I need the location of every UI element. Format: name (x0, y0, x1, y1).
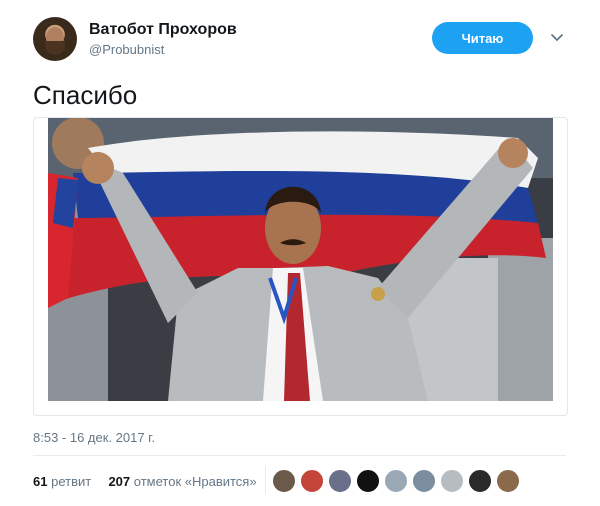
likes-label: отметок «Нравится» (133, 474, 257, 489)
chevron-down-icon[interactable] (550, 31, 564, 45)
author-name[interactable]: Ватобот Прохоров (89, 21, 237, 39)
liker-avatar[interactable] (468, 469, 492, 493)
tweet-header: Ватобот Прохоров @Probubnist Читаю (33, 17, 573, 67)
stats-separator (265, 466, 266, 494)
liker-avatar[interactable] (412, 469, 436, 493)
retweets-label: ретвит (51, 474, 92, 489)
liker-avatar[interactable] (272, 469, 296, 493)
liker-avatar[interactable] (496, 469, 520, 493)
follow-button[interactable]: Читаю (432, 22, 533, 54)
divider (33, 455, 566, 456)
retweets-count: 61 (33, 474, 48, 489)
liker-avatar[interactable] (328, 469, 352, 493)
liker-avatar[interactable] (440, 469, 464, 493)
likes-stat[interactable]: 207 отметок «Нравится» (108, 474, 256, 489)
tweet-media[interactable] (33, 117, 568, 416)
retweets-stat[interactable]: 61 ретвит (33, 474, 95, 489)
photo-flag-bearer[interactable] (48, 118, 553, 401)
liker-avatar[interactable] (300, 469, 324, 493)
avatar[interactable] (33, 17, 77, 61)
tweet-text: Спасибо (33, 80, 138, 110)
tweet-stats: 61 ретвит 207 отметок «Нравится» (33, 474, 257, 489)
tweet-timestamp[interactable]: 8:53 - 16 дек. 2017 г. (33, 430, 155, 445)
likes-count: 207 (108, 474, 131, 489)
liker-avatar[interactable] (384, 469, 408, 493)
avatar-beard (45, 41, 65, 55)
liker-avatar[interactable] (356, 469, 380, 493)
author-handle[interactable]: @Probubnist (89, 42, 164, 57)
